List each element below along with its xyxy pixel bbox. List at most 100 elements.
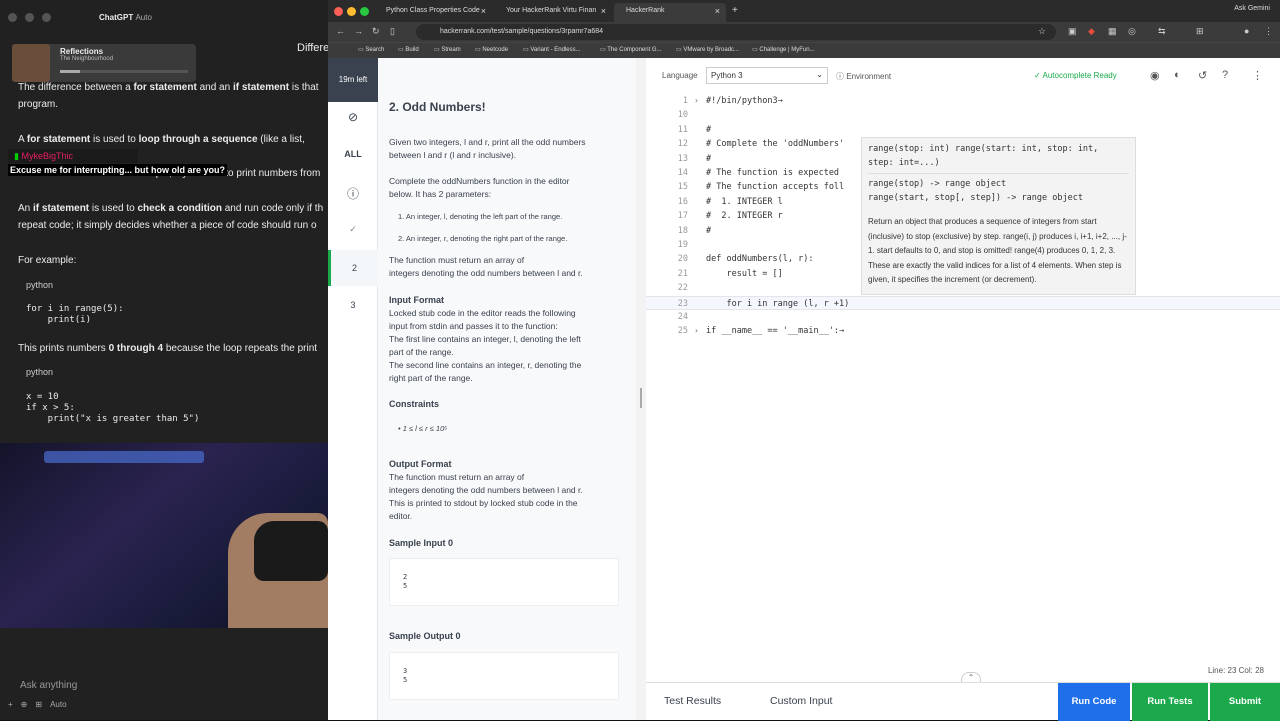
editor-toolbar: Language Python 3 ⌄ ⓘ Environment ✓ Autoc…	[646, 58, 1280, 94]
profile-icon[interactable]: ●	[1244, 26, 1249, 36]
forward-icon[interactable]: →	[354, 26, 363, 36]
info-icon[interactable]: ⓘ	[328, 185, 378, 202]
ask-toolbar: + ⊕ ⊞ Auto	[8, 700, 67, 709]
now-playing-widget[interactable]: Reflections The Neighbourhood	[12, 44, 196, 82]
bookmark-item[interactable]: ▭ Search	[358, 46, 384, 53]
help-icon[interactable]: ?	[1222, 69, 1228, 81]
complete-line-2: below. It has 2 parameters:	[389, 189, 492, 199]
bookmark-item[interactable]: ▭ The Component G...	[600, 46, 662, 53]
code-line[interactable]: 24	[646, 310, 1280, 324]
close-icon[interactable]	[8, 12, 17, 22]
extension-icon[interactable]: ⊞	[1196, 26, 1204, 37]
input-format-heading: Input Format	[389, 295, 444, 305]
code-lang-label-2: python	[26, 367, 54, 377]
code-line[interactable]: 23 for i in range (l, r +1)	[646, 295, 1280, 310]
bookmark-item[interactable]: ▭ Variant - Endless...	[523, 46, 581, 53]
globe-icon[interactable]: ⊕	[21, 700, 28, 709]
console-bar: Test Results Custom Input Run Code Run T…	[646, 682, 1280, 721]
code-line[interactable]: 10	[646, 108, 1280, 122]
constraint-item: • 1 ≤ l ≤ r ≤ 10⁵	[398, 424, 448, 433]
fold-chevron-icon[interactable]: ›	[694, 324, 699, 338]
tooltip-return-2: range(start, stop[, step]) -> range obje…	[868, 193, 1083, 203]
menu-icon[interactable]: ⋮	[1264, 26, 1273, 37]
plus-icon[interactable]: +	[8, 700, 13, 709]
input-format-3: The first line contains an integer, l, d…	[389, 334, 581, 344]
question-nav-rail: 19m left ⊘ ALL ⓘ ✓ 2 3	[328, 58, 378, 720]
bookmark-item[interactable]: ▭ Build	[398, 46, 419, 53]
mode-label[interactable]: Auto	[50, 700, 66, 709]
close-tab-icon[interactable]: ×	[601, 6, 606, 16]
run-tests-button[interactable]: Run Tests	[1132, 683, 1208, 721]
tab-test-results[interactable]: Test Results	[664, 695, 721, 707]
nav-question-2[interactable]: 2	[328, 250, 378, 286]
tab-custom-input[interactable]: Custom Input	[770, 695, 832, 707]
bookmark-star-icon[interactable]: ☆	[1038, 26, 1046, 37]
minimize-icon[interactable]	[25, 12, 34, 22]
ask-gemini-button[interactable]: Ask Gemini	[1234, 5, 1270, 12]
zoom-window-icon[interactable]	[360, 7, 369, 16]
line-number: 25	[677, 326, 688, 337]
line-number: 19	[677, 240, 688, 250]
input-format-1: Locked stub code in the editor reads the…	[389, 308, 576, 318]
line-number: 14	[677, 168, 688, 178]
param-1: 1. An integer, l, denoting the left part…	[398, 212, 563, 221]
theme-moon-icon[interactable]: ◐	[1174, 69, 1181, 81]
bookmark-item[interactable]: ▭ Stream	[434, 46, 461, 53]
time-left: 19m left	[328, 58, 378, 102]
back-icon[interactable]: ←	[336, 26, 345, 36]
eye-icon[interactable]: ◉	[1150, 69, 1160, 82]
extension-icon[interactable]: ◆	[1088, 26, 1095, 37]
input-format-4: part of the range.	[389, 347, 454, 357]
extension-icon[interactable]: ▣	[1068, 26, 1077, 37]
more-menu-icon[interactable]: ⋮	[1252, 69, 1263, 82]
run-code-button[interactable]: Run Code	[1058, 683, 1130, 721]
code-line[interactable]: 11 #	[646, 123, 1280, 137]
bookmark-item[interactable]: ▭ VMware by Broadc...	[676, 46, 739, 53]
intro-line-1: Given two integers, l and r, print all t…	[389, 137, 586, 147]
extension-icon[interactable]: ◎	[1128, 26, 1136, 37]
language-select[interactable]: Python 3 ⌄	[706, 67, 828, 84]
nav-question-3[interactable]: 3	[328, 300, 378, 310]
code-line[interactable]: 25 › if __name__ == '__main__':→	[646, 324, 1280, 338]
line-number: 17	[677, 211, 688, 222]
nav-all[interactable]: ALL	[328, 149, 378, 159]
close-tab-icon[interactable]: ×	[481, 6, 486, 16]
address-bar[interactable]: hackerrank.com/test/sample/questions/3rp…	[416, 24, 1056, 40]
code-editor-panel: Language Python 3 ⌄ ⓘ Environment ✓ Autoc…	[646, 58, 1280, 721]
submit-button[interactable]: Submit	[1210, 683, 1280, 721]
streamer-head	[254, 521, 328, 581]
code-line[interactable]: 1 › #!/bin/python3→	[646, 94, 1280, 108]
close-tab-icon[interactable]: ×	[715, 6, 720, 16]
line-text: result = []	[706, 268, 783, 279]
line-text: # 1. INTEGER l	[706, 196, 783, 207]
new-tab-button[interactable]: +	[726, 3, 746, 22]
sidebar-icon[interactable]: ▯	[390, 26, 395, 37]
reload-icon[interactable]: ↻	[372, 26, 380, 37]
autocomplete-toggle[interactable]: ✓ Autocomplete Ready	[1034, 71, 1117, 80]
tab-virtu[interactable]: Your HackerRank Virtu Finan ×	[494, 3, 612, 22]
close-window-icon[interactable]	[334, 7, 343, 16]
output-format-2: integers denoting the odd numbers betwee…	[389, 485, 583, 495]
bookmark-item[interactable]: ▭ Challenge | MyFun...	[752, 46, 815, 53]
grid-icon[interactable]: ⊞	[35, 700, 42, 709]
extension-icon[interactable]: ▦	[1108, 26, 1117, 37]
line-text: # The function accepts foll	[706, 182, 845, 193]
bookmark-item[interactable]: ▭ Neetcode	[475, 46, 508, 53]
line-number: 15	[677, 182, 688, 193]
maximize-icon[interactable]	[42, 12, 51, 22]
compass-icon[interactable]: ⊘	[328, 110, 378, 124]
history-icon[interactable]: ↺	[1198, 69, 1207, 82]
minimize-window-icon[interactable]	[347, 7, 356, 16]
environment-link[interactable]: ⓘ Environment	[836, 71, 891, 82]
tab-bar: Python Class Properties Code × Your Hacke…	[328, 0, 1280, 22]
ask-input[interactable]: Ask anything	[20, 680, 77, 691]
check-icon[interactable]: ✓	[328, 224, 378, 235]
chevron-down-icon: ⌄	[816, 70, 823, 79]
pane-splitter[interactable]	[636, 58, 646, 720]
fold-chevron-icon[interactable]: ›	[694, 94, 699, 108]
line-number: 10	[677, 110, 688, 121]
tab-python-class[interactable]: Python Class Properties Code ×	[374, 3, 492, 22]
tooltip-signature-1: range(stop: int) range(start: int, stop:…	[868, 144, 1099, 154]
extension-icon[interactable]: ⇆	[1158, 26, 1166, 37]
tab-hackerrank[interactable]: HackerRank ×	[614, 3, 726, 22]
